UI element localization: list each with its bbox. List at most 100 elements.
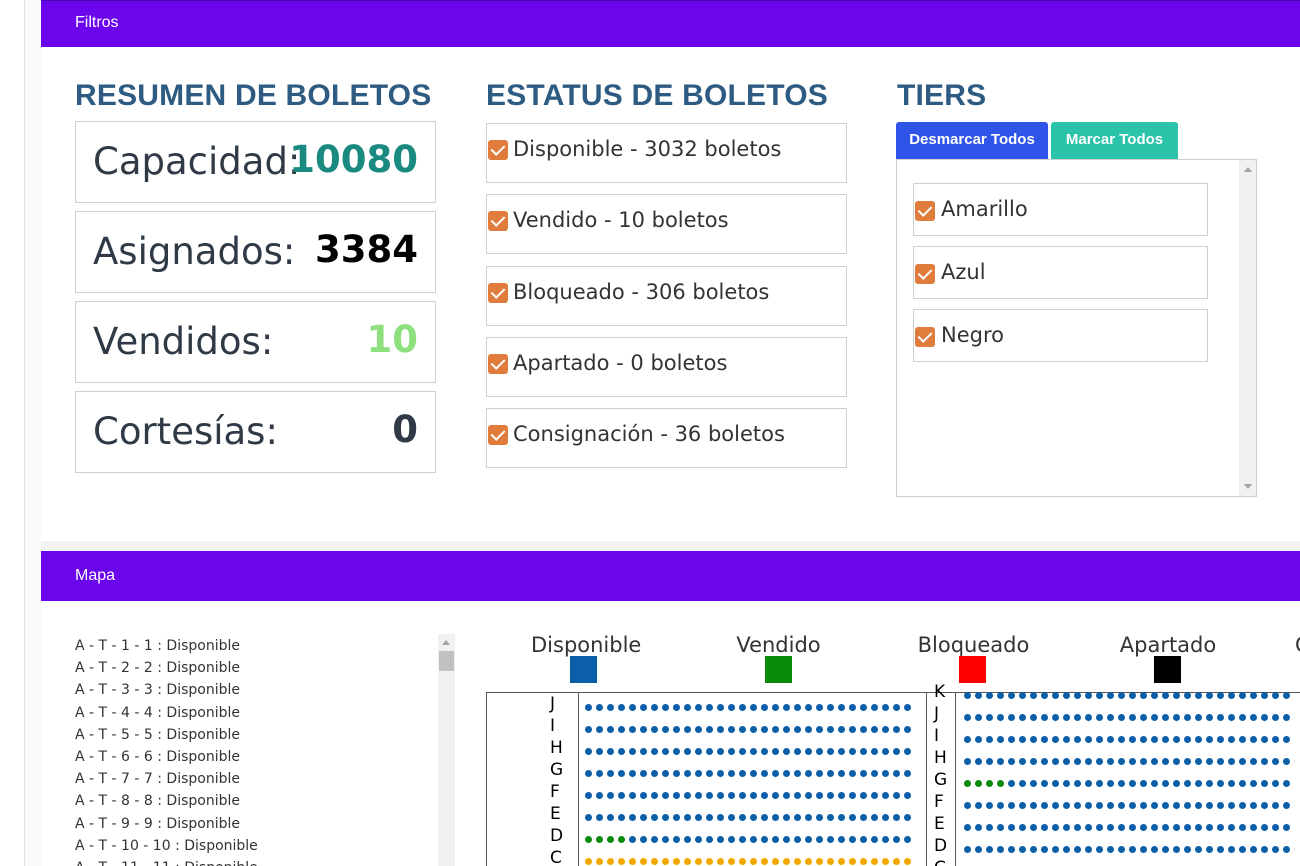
seat-dot[interactable] bbox=[893, 814, 900, 821]
seat-dot[interactable] bbox=[1206, 780, 1213, 787]
seat-dot[interactable] bbox=[717, 858, 724, 865]
seat-dot[interactable] bbox=[805, 726, 812, 733]
seat-dot[interactable] bbox=[1217, 758, 1224, 765]
seat-dot[interactable] bbox=[849, 770, 856, 777]
seat-dot[interactable] bbox=[783, 792, 790, 799]
seat-dot[interactable] bbox=[607, 726, 614, 733]
seat-dot[interactable] bbox=[1151, 780, 1158, 787]
seat-dot[interactable] bbox=[1184, 780, 1191, 787]
seat-dot[interactable] bbox=[986, 714, 993, 721]
seat-dot[interactable] bbox=[1162, 802, 1169, 809]
seat-dot[interactable] bbox=[1162, 824, 1169, 831]
seat-dot[interactable] bbox=[794, 748, 801, 755]
seat-dot[interactable] bbox=[827, 814, 834, 821]
seat-dot[interactable] bbox=[1030, 714, 1037, 721]
seat-dot[interactable] bbox=[1074, 780, 1081, 787]
seat-dot[interactable] bbox=[1261, 692, 1268, 699]
seat-dot[interactable] bbox=[1041, 736, 1048, 743]
seat-dot[interactable] bbox=[849, 858, 856, 865]
seat-dot[interactable] bbox=[1008, 802, 1015, 809]
seat-dot[interactable] bbox=[1272, 780, 1279, 787]
seat-dot[interactable] bbox=[1195, 692, 1202, 699]
seat-dot[interactable] bbox=[739, 748, 746, 755]
seat-dot[interactable] bbox=[882, 814, 889, 821]
seat-dot[interactable] bbox=[1030, 780, 1037, 787]
checkbox-checked-icon[interactable] bbox=[488, 211, 508, 231]
seat-dot[interactable] bbox=[706, 748, 713, 755]
seat-dot[interactable] bbox=[1250, 692, 1257, 699]
seat-dot[interactable] bbox=[651, 748, 658, 755]
seat-dot[interactable] bbox=[1283, 692, 1290, 699]
seat-dot[interactable] bbox=[1195, 824, 1202, 831]
seat-dot[interactable] bbox=[1261, 758, 1268, 765]
seat-dot[interactable] bbox=[728, 748, 735, 755]
seat-dot[interactable] bbox=[1228, 736, 1235, 743]
seat-dot[interactable] bbox=[1063, 736, 1070, 743]
seat-dot[interactable] bbox=[1140, 846, 1147, 853]
seat-dot[interactable] bbox=[1206, 846, 1213, 853]
seat-dot[interactable] bbox=[1272, 802, 1279, 809]
seat-dot[interactable] bbox=[706, 814, 713, 821]
seat-dot[interactable] bbox=[849, 748, 856, 755]
seat-dot[interactable] bbox=[1096, 802, 1103, 809]
seat-dot[interactable] bbox=[695, 770, 702, 777]
seat-dot[interactable] bbox=[975, 802, 982, 809]
seat-dot[interactable] bbox=[1030, 846, 1037, 853]
seat-dot[interactable] bbox=[728, 726, 735, 733]
seat-dot[interactable] bbox=[1085, 714, 1092, 721]
seat-dot[interactable] bbox=[1118, 802, 1125, 809]
seat-dot[interactable] bbox=[1085, 692, 1092, 699]
seat-dot[interactable] bbox=[1107, 780, 1114, 787]
seat-dot[interactable] bbox=[838, 858, 845, 865]
seat-dot[interactable] bbox=[827, 726, 834, 733]
seat-dot[interactable] bbox=[1030, 758, 1037, 765]
seat-dot[interactable] bbox=[1228, 692, 1235, 699]
seat-dot[interactable] bbox=[1283, 780, 1290, 787]
seat-dot[interactable] bbox=[772, 704, 779, 711]
seat-dot[interactable] bbox=[618, 792, 625, 799]
seat-dot[interactable] bbox=[761, 836, 768, 843]
seat-dot[interactable] bbox=[1096, 846, 1103, 853]
seat-dot[interactable] bbox=[1283, 714, 1290, 721]
seat-dot[interactable] bbox=[1052, 758, 1059, 765]
seat-dot[interactable] bbox=[1129, 714, 1136, 721]
seat-dot[interactable] bbox=[717, 704, 724, 711]
seat-dot[interactable] bbox=[805, 792, 812, 799]
seat-dot[interactable] bbox=[904, 726, 911, 733]
seat-dot[interactable] bbox=[975, 736, 982, 743]
seat-dot[interactable] bbox=[1129, 692, 1136, 699]
seat-dot[interactable] bbox=[1129, 780, 1136, 787]
seat-dot[interactable] bbox=[1239, 824, 1246, 831]
seat-list-item[interactable]: A - T - 3 - 3 : Disponible bbox=[75, 679, 455, 701]
seat-dot[interactable] bbox=[1107, 802, 1114, 809]
seat-dot[interactable] bbox=[640, 858, 647, 865]
seat-dot[interactable] bbox=[783, 726, 790, 733]
seat-dot[interactable] bbox=[684, 770, 691, 777]
seat-dot[interactable] bbox=[1250, 846, 1257, 853]
seat-dot[interactable] bbox=[717, 770, 724, 777]
seat-dot[interactable] bbox=[1140, 824, 1147, 831]
seat-dot[interactable] bbox=[849, 814, 856, 821]
seat-dot[interactable] bbox=[1063, 758, 1070, 765]
checkbox-checked-icon[interactable] bbox=[488, 140, 508, 160]
seat-dot[interactable] bbox=[882, 704, 889, 711]
seat-dot[interactable] bbox=[904, 704, 911, 711]
seat-dot[interactable] bbox=[1173, 714, 1180, 721]
seat-dot[interactable] bbox=[882, 836, 889, 843]
seat-dot[interactable] bbox=[1184, 692, 1191, 699]
seat-dot[interactable] bbox=[1052, 714, 1059, 721]
seat-dot[interactable] bbox=[750, 748, 757, 755]
seat-dot[interactable] bbox=[651, 726, 658, 733]
seat-dot[interactable] bbox=[1008, 824, 1015, 831]
seat-dot[interactable] bbox=[1052, 824, 1059, 831]
seat-dot[interactable] bbox=[794, 792, 801, 799]
seat-dot[interactable] bbox=[1184, 758, 1191, 765]
seat-dot[interactable] bbox=[684, 748, 691, 755]
seat-dot[interactable] bbox=[1074, 758, 1081, 765]
seat-dot[interactable] bbox=[1085, 758, 1092, 765]
seat-dot[interactable] bbox=[871, 858, 878, 865]
deselect-all-button[interactable]: Desmarcar Todos bbox=[896, 122, 1048, 159]
seat-dot[interactable] bbox=[607, 704, 614, 711]
seat-dot[interactable] bbox=[816, 748, 823, 755]
seat-dot[interactable] bbox=[1052, 780, 1059, 787]
